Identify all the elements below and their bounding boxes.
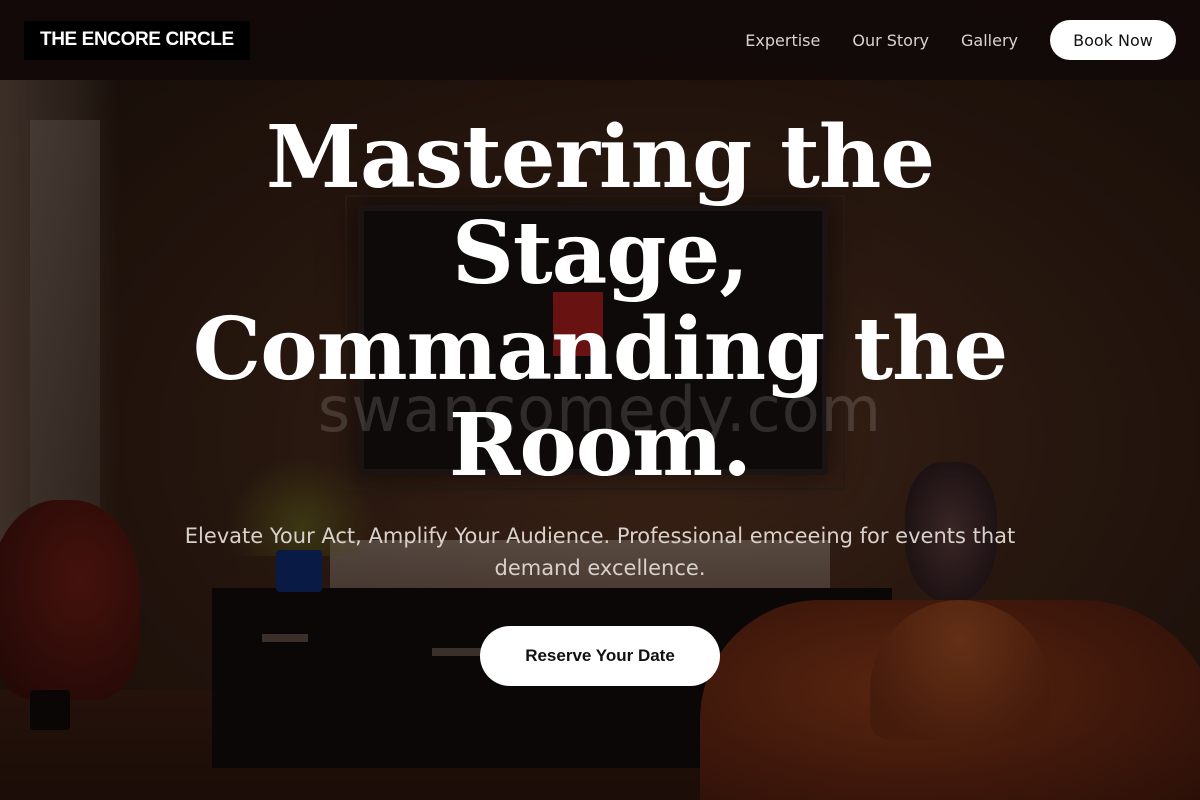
site-logo[interactable]: THE ENCORE CIRCLE	[24, 20, 250, 60]
book-now-button[interactable]: Book Now	[1050, 20, 1176, 60]
site-header: THE ENCORE CIRCLE Expertise Our Story Ga…	[0, 0, 1200, 80]
reserve-date-button[interactable]: Reserve Your Date	[480, 626, 720, 686]
nav-link-gallery[interactable]: Gallery	[961, 31, 1018, 50]
nav-link-expertise[interactable]: Expertise	[745, 31, 820, 50]
main-nav: Expertise Our Story Gallery Book Now	[745, 20, 1176, 60]
nav-link-our-story[interactable]: Our Story	[852, 31, 929, 50]
hero-title: Mastering the Stage, Commanding the Room…	[192, 107, 1008, 496]
hero-subtitle: Elevate Your Act, Amplify Your Audience.…	[184, 524, 1016, 580]
hero-section: Mastering the Stage, Commanding the Room…	[0, 110, 1200, 686]
